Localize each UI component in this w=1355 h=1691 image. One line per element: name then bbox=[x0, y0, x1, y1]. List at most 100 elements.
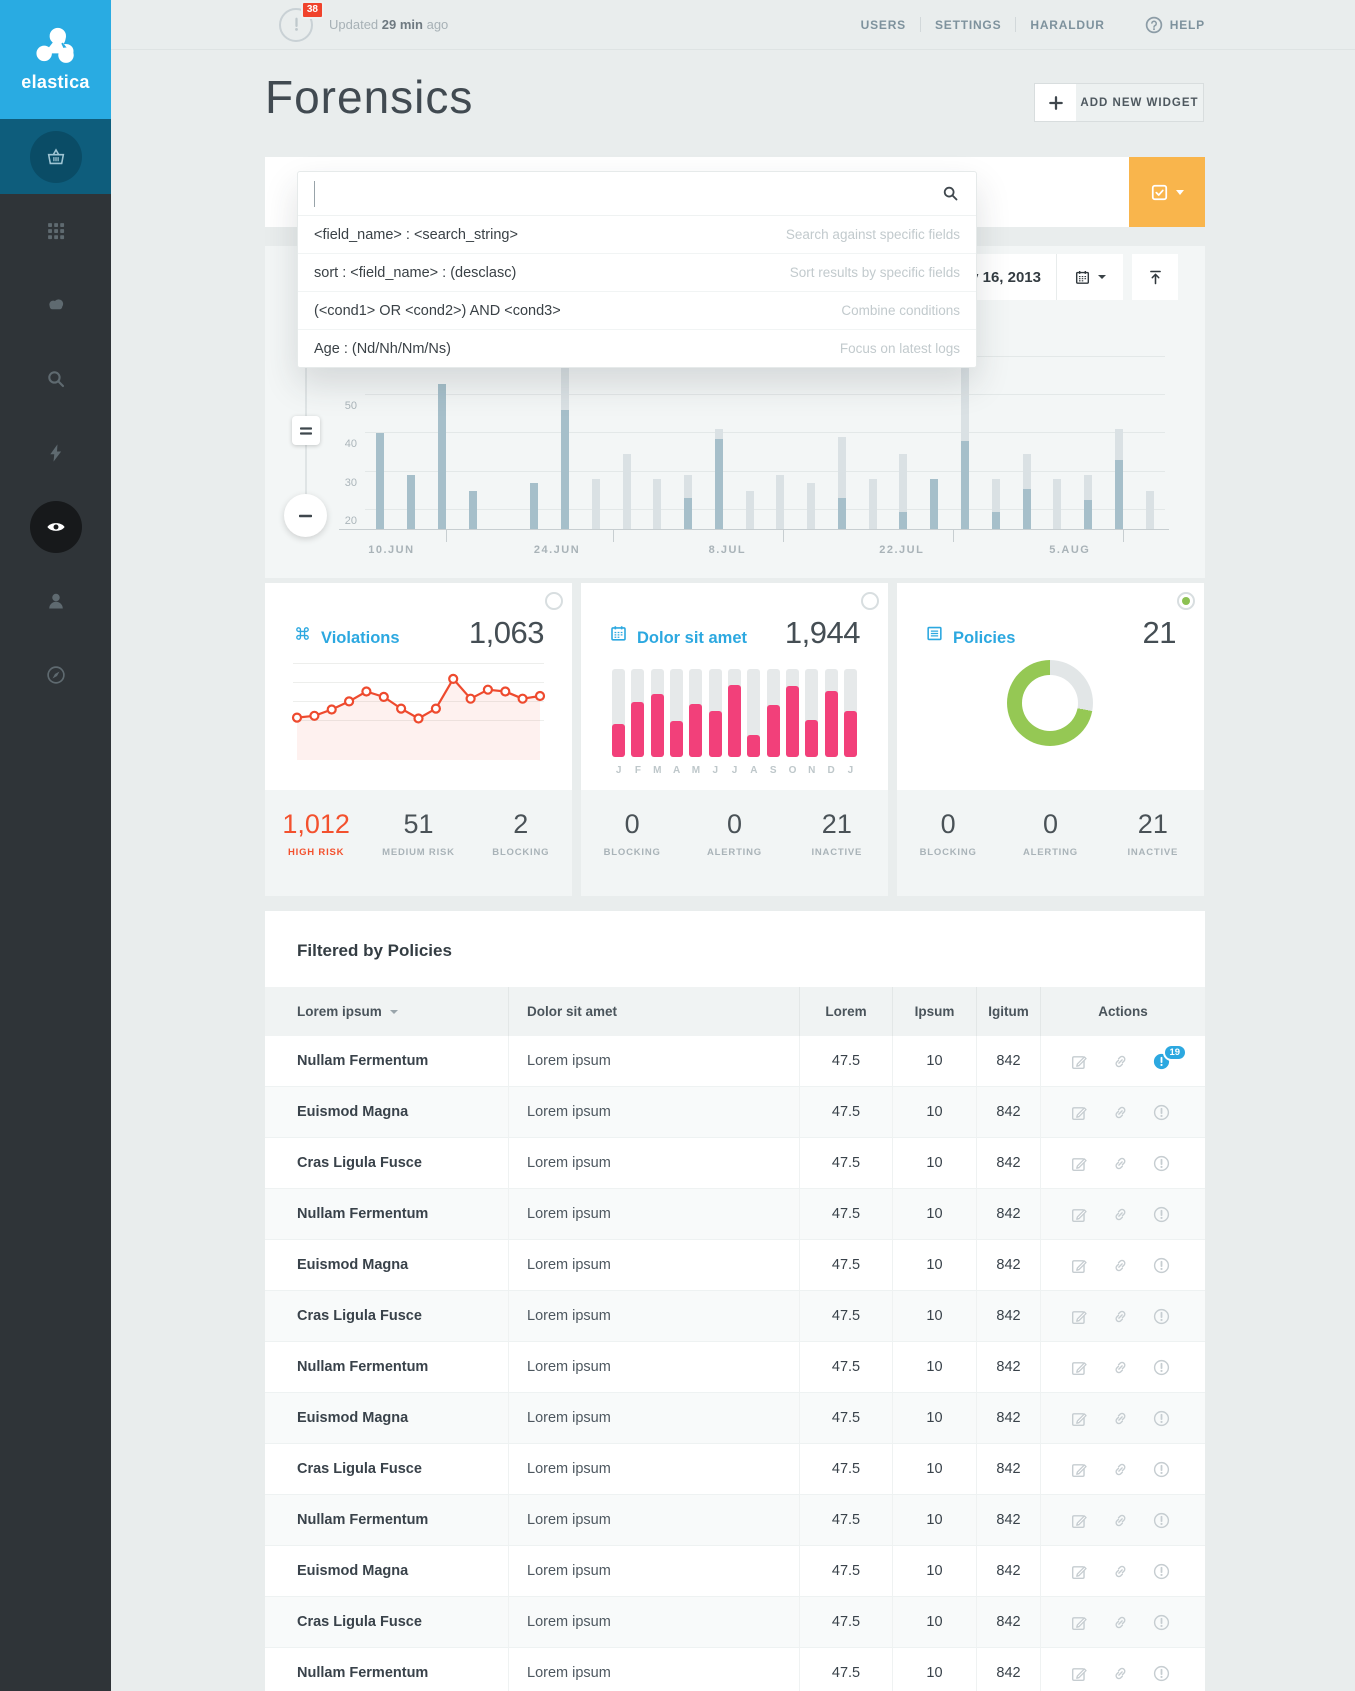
alert-status-button[interactable] bbox=[1153, 1359, 1170, 1376]
edit-button[interactable] bbox=[1071, 1614, 1088, 1631]
sidebar-item-search[interactable] bbox=[0, 342, 111, 416]
search-hint[interactable]: <field_name> : <search_string> Search ag… bbox=[298, 216, 976, 253]
help-link[interactable]: HELP bbox=[1145, 16, 1205, 34]
add-widget-button[interactable]: ADD NEW WIDGET bbox=[1034, 83, 1204, 122]
alert-status-button[interactable] bbox=[1153, 1614, 1170, 1631]
edit-button[interactable] bbox=[1071, 1206, 1088, 1223]
link-button[interactable] bbox=[1112, 1614, 1129, 1631]
nav-account[interactable]: HARALDUR bbox=[1016, 18, 1118, 32]
alert-status-button[interactable] bbox=[1153, 1410, 1170, 1427]
stat-blocking: 0 BLOCKING bbox=[581, 790, 683, 896]
magnifier-icon[interactable] bbox=[941, 184, 960, 203]
link-button[interactable] bbox=[1112, 1359, 1129, 1376]
cell-dolor: Lorem ipsum bbox=[508, 1597, 799, 1647]
link-button[interactable] bbox=[1112, 1410, 1129, 1427]
month-bar-track bbox=[844, 669, 857, 757]
link-button[interactable] bbox=[1112, 1155, 1129, 1172]
y-axis-label: 50 bbox=[329, 400, 357, 412]
card-title[interactable]: Violations bbox=[321, 629, 400, 648]
x-axis bbox=[339, 529, 1169, 530]
edit-button[interactable] bbox=[1071, 1053, 1088, 1070]
alert-status-button[interactable]: 19 bbox=[1153, 1053, 1170, 1070]
zoom-out-button[interactable] bbox=[284, 494, 327, 537]
edit-button[interactable] bbox=[1071, 1308, 1088, 1325]
edit-button[interactable] bbox=[1071, 1665, 1088, 1682]
brand-logo[interactable]: elastica bbox=[0, 0, 111, 119]
link-button[interactable] bbox=[1112, 1053, 1129, 1070]
cell-ipsum: 10 bbox=[892, 1393, 976, 1443]
timeline-slot bbox=[1073, 349, 1104, 529]
edit-button[interactable] bbox=[1071, 1563, 1088, 1580]
alert-status-button[interactable] bbox=[1153, 1461, 1170, 1478]
timeline-slot bbox=[457, 349, 488, 529]
link-button[interactable] bbox=[1112, 1308, 1129, 1325]
link-button[interactable] bbox=[1112, 1206, 1129, 1223]
stat-inactive: 21 INACTIVE bbox=[1102, 790, 1204, 896]
link-button[interactable] bbox=[1112, 1563, 1129, 1580]
alert-status-button[interactable] bbox=[1153, 1512, 1170, 1529]
card-title[interactable]: Policies bbox=[953, 629, 1015, 648]
edit-button[interactable] bbox=[1071, 1104, 1088, 1121]
alert-status-button[interactable] bbox=[1153, 1665, 1170, 1682]
sidebar-item-store[interactable] bbox=[0, 119, 111, 194]
card-radio[interactable] bbox=[545, 592, 563, 610]
alert-status-button[interactable] bbox=[1153, 1206, 1170, 1223]
cell-dolor: Lorem ipsum bbox=[508, 1393, 799, 1443]
cell-dolor: Lorem ipsum bbox=[508, 1648, 799, 1691]
cell-dolor: Lorem ipsum bbox=[508, 1138, 799, 1188]
alert-status-button[interactable] bbox=[1153, 1155, 1170, 1172]
stat-medium-risk: 51 MEDIUM RISK bbox=[367, 790, 469, 896]
search-hint[interactable]: (<cond1> OR <cond2>) AND <cond3> Combine… bbox=[298, 291, 976, 329]
link-button[interactable] bbox=[1112, 1461, 1129, 1478]
card-radio[interactable] bbox=[1177, 592, 1195, 610]
x-axis-label: 10.JUN bbox=[368, 544, 414, 556]
edit-button[interactable] bbox=[1071, 1257, 1088, 1274]
edit-button[interactable] bbox=[1071, 1410, 1088, 1427]
timeline-bar-selected bbox=[1115, 460, 1123, 529]
alert-status-button[interactable] bbox=[1153, 1308, 1170, 1325]
table-row: Nullam Fermentum Lorem ipsum 47.5 10 842 bbox=[265, 1341, 1205, 1392]
alert-status-button[interactable] bbox=[1153, 1257, 1170, 1274]
calendar-dropdown-button[interactable] bbox=[1057, 269, 1123, 286]
link-button[interactable] bbox=[1112, 1257, 1129, 1274]
edit-button[interactable] bbox=[1071, 1359, 1088, 1376]
x-axis-tick bbox=[783, 530, 784, 542]
column-header-5: Actions bbox=[1040, 987, 1205, 1036]
link-button[interactable] bbox=[1112, 1512, 1129, 1529]
nav-users[interactable]: USERS bbox=[847, 18, 920, 32]
search-hint[interactable]: Age : (Nd/Nh/Nm/Ns) Focus on latest logs bbox=[298, 329, 976, 367]
apply-filter-button[interactable] bbox=[1129, 157, 1205, 227]
sidebar-item-activity[interactable] bbox=[0, 416, 111, 490]
edit-button[interactable] bbox=[1071, 1512, 1088, 1529]
alert-status-button[interactable] bbox=[1153, 1563, 1170, 1580]
month-bar-fill bbox=[825, 691, 838, 757]
month-label: F bbox=[635, 765, 641, 776]
sidebar-item-apps[interactable] bbox=[0, 194, 111, 268]
month-bar-track bbox=[651, 669, 664, 757]
sidebar-item-cloud[interactable] bbox=[0, 268, 111, 342]
nav-settings[interactable]: SETTINGS bbox=[921, 18, 1015, 32]
card-footer: 0 BLOCKING 0 ALERTING 21 INACTIVE bbox=[897, 790, 1204, 896]
export-button[interactable] bbox=[1132, 254, 1178, 300]
card-radio[interactable] bbox=[861, 592, 879, 610]
sidebar-item-monitor[interactable] bbox=[0, 490, 111, 564]
edit-button[interactable] bbox=[1071, 1155, 1088, 1172]
edit-button[interactable] bbox=[1071, 1461, 1088, 1478]
zoom-slider-handle[interactable] bbox=[292, 416, 320, 445]
sidebar-item-explore[interactable] bbox=[0, 638, 111, 712]
link-button[interactable] bbox=[1112, 1665, 1129, 1682]
notification-button[interactable]: 38 bbox=[279, 8, 313, 42]
column-header-0[interactable]: Lorem ipsum bbox=[265, 987, 508, 1036]
search-input[interactable] bbox=[314, 181, 941, 207]
sidebar-item-users[interactable] bbox=[0, 564, 111, 638]
command-icon bbox=[293, 624, 312, 643]
table-row: Euismod Magna Lorem ipsum 47.5 10 842 bbox=[265, 1392, 1205, 1443]
months-chart: J F M A M J bbox=[609, 669, 860, 781]
search-hint[interactable]: sort : <field_name> : (desclasc) Sort re… bbox=[298, 253, 976, 291]
column-header-3: Ipsum bbox=[892, 987, 976, 1036]
card-title[interactable]: Dolor sit amet bbox=[637, 629, 747, 648]
month-bar-track bbox=[747, 669, 760, 757]
link-button[interactable] bbox=[1112, 1104, 1129, 1121]
alert-status-button[interactable] bbox=[1153, 1104, 1170, 1121]
month-label: D bbox=[827, 765, 834, 776]
